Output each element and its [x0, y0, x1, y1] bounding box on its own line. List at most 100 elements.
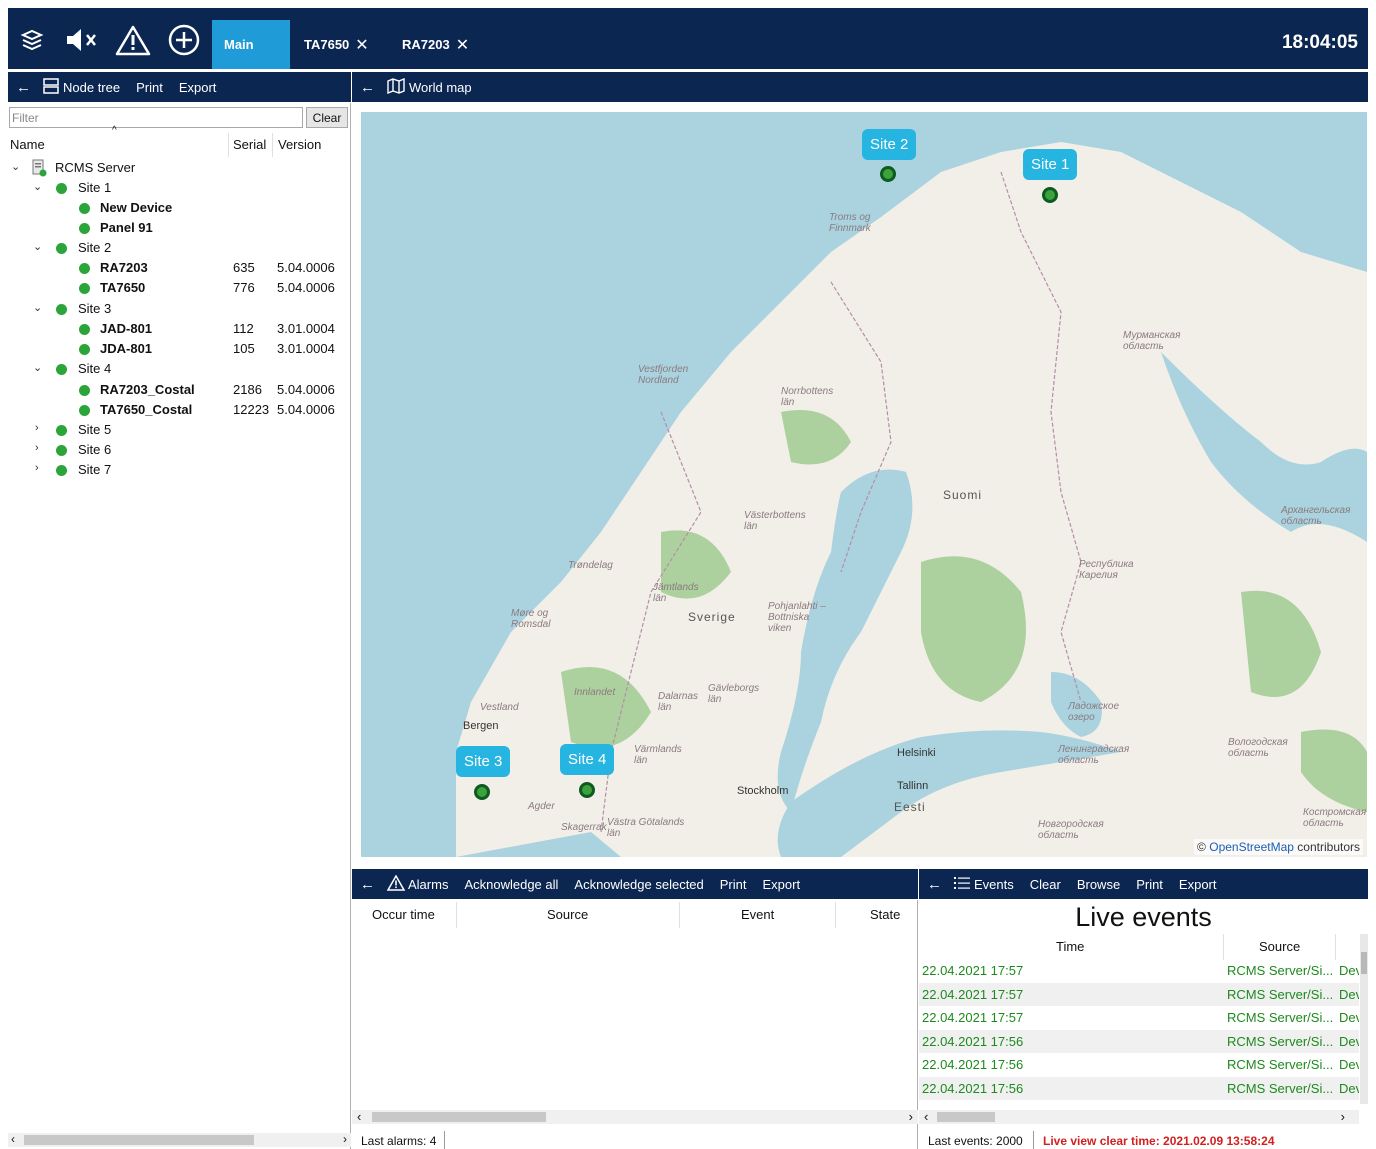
scroll-left-icon[interactable]: ‹	[357, 1109, 361, 1124]
map-label-region: Республика Карелия	[1079, 559, 1134, 581]
scrollbar-thumb[interactable]	[372, 1112, 546, 1122]
tree-row-site[interactable]: › Site 7	[8, 460, 351, 480]
tree-label: Site 2	[78, 240, 112, 255]
scroll-right-icon[interactable]: ›	[1341, 1109, 1345, 1124]
scrollbar-thumb[interactable]	[24, 1135, 254, 1145]
site-marker-icon[interactable]	[1042, 187, 1058, 203]
site-marker-icon[interactable]	[474, 784, 490, 800]
export-button[interactable]: Export	[1179, 877, 1217, 892]
column-header-source[interactable]: Source	[1259, 939, 1300, 954]
world-map[interactable]: Suomi Sverige Eesti Bergen Helsinki Tall…	[361, 112, 1367, 857]
event-row[interactable]: 22.04.2021 17:57 RCMS Server/Si... Dev	[919, 959, 1359, 982]
event-row[interactable]: 22.04.2021 17:56 RCMS Server/Si... Dev	[919, 1077, 1359, 1100]
chevron-down-icon[interactable]: ⌄	[11, 160, 20, 173]
scroll-left-icon[interactable]: ‹	[11, 1132, 15, 1146]
map-label-bergen: Bergen	[463, 720, 499, 732]
column-header-source[interactable]: Source	[547, 907, 588, 922]
tab-main[interactable]: Main	[212, 20, 290, 69]
event-row[interactable]: 22.04.2021 17:56 RCMS Server/Si... Dev	[919, 1053, 1359, 1076]
filter-input[interactable]: Filter	[9, 107, 303, 128]
tab-ta7650[interactable]: TA7650 ✕	[304, 20, 369, 69]
back-arrow-icon[interactable]: ←	[360, 79, 375, 96]
tree-row-site[interactable]: ⌄ Site 4	[8, 359, 351, 379]
chevron-right-icon[interactable]: ›	[35, 422, 39, 434]
site-marker-icon[interactable]	[880, 166, 896, 182]
horizontal-scrollbar[interactable]: ‹ ›	[919, 1109, 1359, 1124]
column-header-event[interactable]: Event	[741, 907, 774, 922]
chevron-right-icon[interactable]: ›	[35, 442, 39, 454]
tree-row-device[interactable]: TA7650_Costal 12223 5.04.0006	[8, 400, 351, 420]
site-callout[interactable]: Site 2	[862, 129, 917, 160]
tree-row-device[interactable]: RA7203_Costal 2186 5.04.0006	[8, 380, 351, 400]
add-icon[interactable]	[166, 22, 202, 58]
event-row[interactable]: 22.04.2021 17:56 RCMS Server/Si... Dev	[919, 1030, 1359, 1053]
column-separator	[1223, 934, 1224, 960]
back-arrow-icon[interactable]: ←	[16, 79, 31, 96]
tree-row-device[interactable]: New Device	[8, 198, 351, 218]
back-arrow-icon[interactable]: ←	[927, 876, 942, 893]
print-button[interactable]: Print	[1136, 877, 1163, 892]
chevron-right-icon[interactable]: ›	[35, 462, 39, 474]
column-header-name[interactable]: Name	[10, 137, 45, 152]
tree-row-rcms-server[interactable]: ⌄ RCMS Server	[8, 158, 351, 178]
tab-ra7203[interactable]: RA7203 ✕	[402, 20, 469, 69]
close-icon[interactable]: ✕	[355, 35, 368, 55]
column-header-time[interactable]: Time	[1056, 939, 1084, 954]
status-dot-icon	[79, 203, 90, 214]
alarms-button[interactable]: Alarms	[408, 877, 448, 892]
back-arrow-icon[interactable]: ←	[360, 876, 375, 893]
vertical-scrollbar[interactable]	[1360, 934, 1368, 1104]
print-button[interactable]: Print	[720, 877, 747, 892]
chevron-down-icon[interactable]: ⌄	[33, 301, 42, 314]
chevron-down-icon[interactable]: ⌄	[33, 240, 42, 253]
site-marker-icon[interactable]	[579, 782, 595, 798]
browse-button[interactable]: Browse	[1077, 877, 1120, 892]
tree-row-device[interactable]: RA7203 635 5.04.0006	[8, 258, 351, 278]
column-header-serial[interactable]: Serial	[233, 137, 266, 152]
column-header-state[interactable]: State	[870, 907, 900, 922]
map-label-region: Troms og Finnmark	[829, 212, 871, 234]
chevron-down-icon[interactable]: ⌄	[33, 361, 42, 374]
tree-row-device[interactable]: Panel 91	[8, 218, 351, 238]
horizontal-scrollbar[interactable]: ‹ ›	[8, 1132, 351, 1147]
tree-row-site[interactable]: ⌄ Site 2	[8, 238, 351, 258]
scrollbar-thumb[interactable]	[937, 1112, 995, 1122]
tree-row-site[interactable]: › Site 5	[8, 420, 351, 440]
node-tree-button[interactable]: Node tree	[63, 80, 120, 95]
clear-filter-button[interactable]: Clear	[306, 107, 348, 128]
scroll-left-icon[interactable]: ‹	[924, 1109, 928, 1124]
mute-icon[interactable]	[64, 22, 100, 58]
site-callout[interactable]: Site 3	[456, 746, 511, 777]
event-row[interactable]: 22.04.2021 17:57 RCMS Server/Si... Dev	[919, 1006, 1359, 1029]
events-button[interactable]: Events	[974, 877, 1014, 892]
horizontal-scrollbar[interactable]: ‹ ›	[352, 1109, 918, 1124]
column-header-version[interactable]: Version	[278, 137, 321, 152]
clear-button[interactable]: Clear	[1030, 877, 1061, 892]
event-row[interactable]: 22.04.2021 17:57 RCMS Server/Si... Dev	[919, 983, 1359, 1006]
warning-icon[interactable]	[115, 22, 151, 58]
openstreetmap-link[interactable]: OpenStreetMap	[1209, 840, 1294, 854]
tree-row-device[interactable]: JAD-801 112 3.01.0004	[8, 319, 351, 339]
site-callout[interactable]: Site 4	[560, 744, 615, 775]
acknowledge-selected-button[interactable]: Acknowledge selected	[574, 877, 703, 892]
scrollbar-thumb[interactable]	[1361, 952, 1367, 974]
scroll-right-icon[interactable]: ›	[343, 1132, 347, 1146]
close-icon[interactable]: ✕	[456, 35, 469, 55]
event-extra: Dev	[1339, 1081, 1359, 1096]
scroll-right-icon[interactable]: ›	[909, 1109, 913, 1124]
tree-row-device[interactable]: TA7650 776 5.04.0006	[8, 278, 351, 298]
export-button[interactable]: Export	[763, 877, 801, 892]
tree-row-site[interactable]: ⌄ Site 3	[8, 299, 351, 319]
tree-row-device[interactable]: JDA-801 105 3.01.0004	[8, 339, 351, 359]
event-time: 22.04.2021 17:57	[922, 1010, 1024, 1025]
print-button[interactable]: Print	[136, 80, 163, 95]
export-button[interactable]: Export	[179, 80, 217, 95]
site-callout[interactable]: Site 1	[1023, 149, 1078, 180]
acknowledge-all-button[interactable]: Acknowledge all	[464, 877, 558, 892]
tree-row-site[interactable]: ⌄ Site 1	[8, 178, 351, 198]
tree-row-site[interactable]: › Site 6	[8, 440, 351, 460]
chevron-down-icon[interactable]: ⌄	[33, 180, 42, 193]
layers-icon[interactable]	[14, 22, 50, 58]
column-header-occur-time[interactable]: Occur time	[372, 907, 435, 922]
map-attribution: © OpenStreetMap contributors	[1194, 839, 1363, 855]
